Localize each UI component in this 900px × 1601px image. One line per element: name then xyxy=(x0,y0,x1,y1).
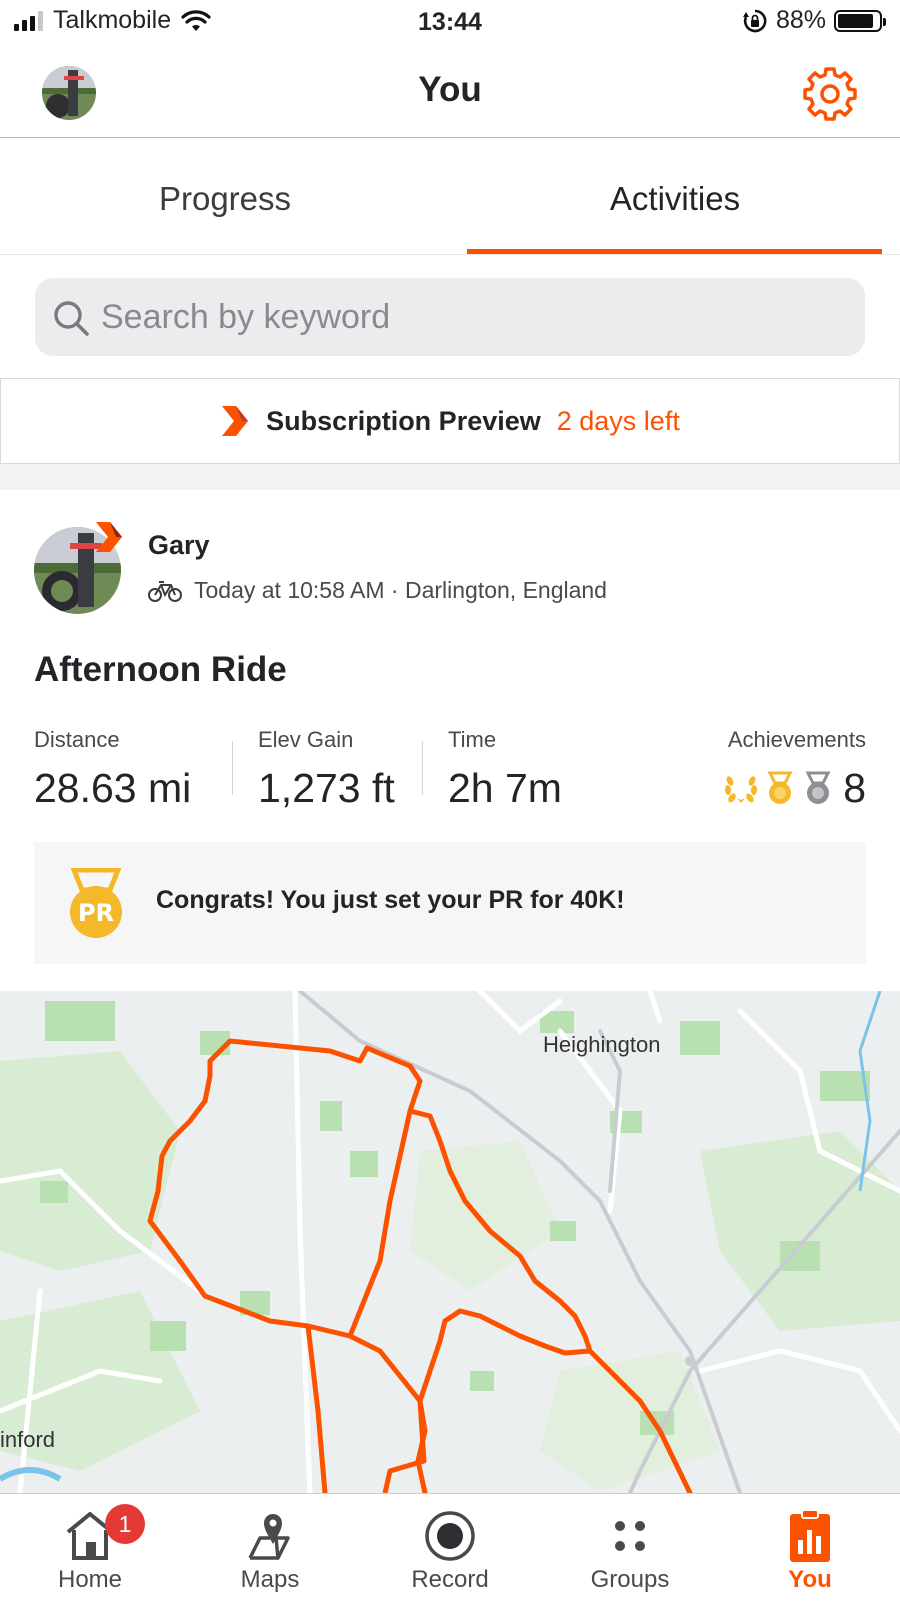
stat-distance: Distance 28.63 mi xyxy=(34,727,191,812)
pr-message: Congrats! You just set your PR for 40K! xyxy=(156,886,625,914)
laurel-icon xyxy=(725,775,758,803)
subscriber-badge-icon xyxy=(96,522,122,552)
subscription-label: Subscription Preview xyxy=(266,405,541,436)
search-placeholder: Search by keyword xyxy=(101,298,391,336)
tab-activities[interactable]: Activities xyxy=(450,139,900,255)
pr-medal-icon: PR xyxy=(70,868,122,938)
activity-title[interactable]: Afternoon Ride xyxy=(34,650,287,690)
battery-fill xyxy=(838,13,874,28)
achievements-row: 8 xyxy=(723,765,866,812)
home-notification-badge: 1 xyxy=(105,1504,145,1544)
search-input[interactable]: Search by keyword xyxy=(35,278,865,356)
nav-groups-label: Groups xyxy=(590,1566,670,1593)
battery-icon xyxy=(834,9,886,32)
stat-value: 1,273 ft xyxy=(258,765,395,811)
nav-you[interactable]: You xyxy=(720,1494,900,1601)
active-tab-indicator xyxy=(467,249,882,254)
you-icon xyxy=(790,1509,830,1562)
nav-maps[interactable]: Maps xyxy=(180,1494,360,1601)
nav-home[interactable]: 1 Home xyxy=(0,1494,180,1601)
gold-medal-icon xyxy=(767,771,793,804)
nav-groups[interactable]: Groups xyxy=(540,1494,720,1601)
nav-maps-label: Maps xyxy=(240,1566,300,1593)
stat-divider xyxy=(232,741,233,795)
groups-icon xyxy=(615,1521,645,1551)
battery-info: 88% xyxy=(742,6,886,35)
maps-icon xyxy=(248,1514,290,1560)
stat-value: 28.63 mi xyxy=(34,765,192,811)
activity-meta: Today at 10:58 AM · Darlington, England xyxy=(148,577,607,604)
search-icon xyxy=(54,301,89,336)
silver-medal-icon xyxy=(805,771,831,804)
strava-chevron-icon xyxy=(222,406,249,436)
stat-label: Elev Gain xyxy=(258,727,354,752)
settings-button[interactable] xyxy=(802,66,858,127)
athlete-name[interactable]: Gary xyxy=(148,530,210,561)
subscription-days-left: 2 days left xyxy=(556,405,680,436)
map-label-inford: inford xyxy=(0,1427,56,1452)
battery-percent: 88% xyxy=(775,6,826,34)
stat-achievements[interactable]: Achievements 8 xyxy=(723,727,866,812)
nav-record[interactable]: Record xyxy=(360,1494,540,1601)
section-divider xyxy=(0,464,900,490)
stat-value: 2h 7m xyxy=(448,765,562,811)
gear-icon xyxy=(803,67,857,121)
pr-banner[interactable]: PR Congrats! You just set your PR for 40… xyxy=(34,842,866,964)
tab-progress[interactable]: Progress xyxy=(0,139,450,255)
map-label-heighington: Heighington xyxy=(543,1032,661,1057)
activity-stats: Distance 28.63 mi Elev Gain 1,273 ft Tim… xyxy=(34,727,866,817)
stat-label: Achievements xyxy=(727,727,866,752)
top-nav-bar: You xyxy=(0,46,900,138)
status-bar: Talkmobile 13:44 88% xyxy=(0,0,900,46)
stat-elev-gain: Elev Gain 1,273 ft xyxy=(258,727,395,812)
record-icon xyxy=(425,1511,475,1561)
stat-label: Distance xyxy=(34,727,120,752)
stat-time: Time 2h 7m xyxy=(448,727,562,812)
subscription-preview-banner[interactable]: Subscription Preview 2 days left xyxy=(0,378,900,464)
stat-divider xyxy=(422,741,423,795)
nav-record-label: Record xyxy=(411,1566,489,1593)
activity-map[interactable]: Heighington inford xyxy=(0,991,900,1493)
map-canvas xyxy=(0,991,900,1493)
stat-label: Time xyxy=(448,727,497,752)
nav-you-label: You xyxy=(788,1566,832,1593)
bike-icon xyxy=(148,580,182,602)
page-title: You xyxy=(418,70,482,109)
pr-badge-text: PR xyxy=(78,899,114,927)
rotation-lock-icon xyxy=(742,9,767,32)
achievements-count: 8 xyxy=(843,765,866,811)
activity-tabs: Progress Activities xyxy=(0,139,900,255)
bottom-tab-bar: 1 Home Maps Record Groups You xyxy=(0,1493,900,1600)
nav-home-label: Home xyxy=(57,1566,123,1593)
activity-meta-text: Today at 10:58 AM · Darlington, England xyxy=(194,577,607,603)
